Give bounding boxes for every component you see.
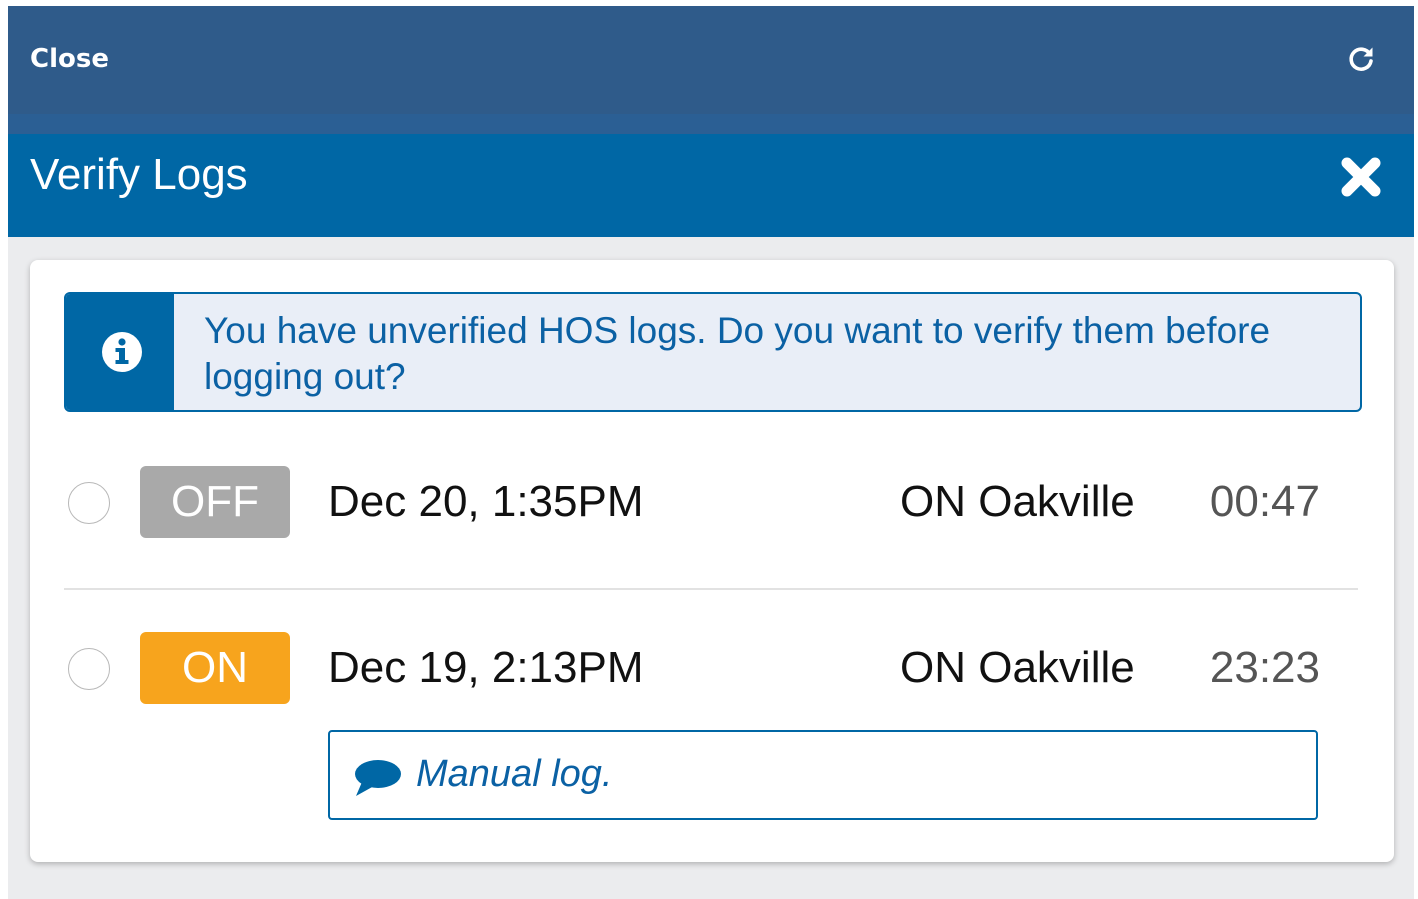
dialog-title: Verify Logs [30, 150, 248, 199]
alert-icon-box [66, 294, 174, 410]
log-location: ON Oakville [900, 477, 1135, 526]
info-icon [102, 332, 142, 372]
log-duration: 23:23 [1209, 643, 1320, 692]
app-frame: Close Verify Logs You have unverified HO… [8, 6, 1414, 899]
verify-logs-card: You have unverified HOS logs. Do you wan… [30, 260, 1394, 862]
top-bar: Close [8, 6, 1414, 114]
log-note: Manual log. [328, 730, 1318, 820]
alert-message: You have unverified HOS logs. Do you wan… [204, 310, 1271, 397]
close-x-icon[interactable] [1340, 156, 1382, 198]
comment-icon [355, 760, 401, 796]
log-date: Dec 20, 1:35PM [328, 477, 644, 526]
dialog-title-bar: Verify Logs [8, 134, 1414, 237]
log-row[interactable]: OFF Dec 20, 1:35PM ON Oakville 00:47 [64, 466, 1358, 546]
log-row[interactable]: ON Dec 19, 2:13PM ON Oakville 23:23 [64, 632, 1358, 712]
header-divider-strip [8, 114, 1414, 134]
log-select-radio[interactable] [68, 648, 110, 690]
log-date: Dec 19, 2:13PM [328, 643, 644, 692]
log-location: ON Oakville [900, 643, 1135, 692]
log-note-text: Manual log. [416, 753, 613, 795]
refresh-icon[interactable] [1346, 44, 1376, 74]
close-link[interactable]: Close [30, 44, 109, 74]
duty-status-badge: OFF [140, 466, 290, 538]
row-divider [64, 588, 1358, 590]
log-select-radio[interactable] [68, 482, 110, 524]
log-duration: 00:47 [1209, 477, 1320, 526]
unverified-logs-alert: You have unverified HOS logs. Do you wan… [64, 292, 1362, 412]
duty-status-badge: ON [140, 632, 290, 704]
